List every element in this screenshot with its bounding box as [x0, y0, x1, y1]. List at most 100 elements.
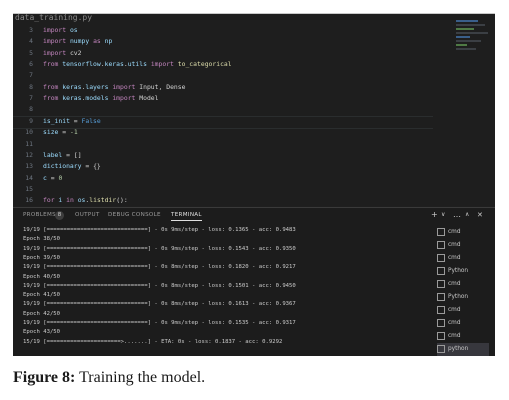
line-number: 6 — [29, 60, 33, 69]
code-text: import numpy as np — [43, 37, 113, 46]
new-terminal-button[interactable]: + — [431, 210, 438, 220]
cmd-icon — [437, 331, 445, 340]
terminal-list-label: Python — [448, 294, 469, 300]
figure-caption: Figure 8: Training the model. — [13, 369, 205, 387]
line-number: 11 — [25, 139, 33, 148]
code-text: label = [] — [43, 150, 82, 159]
code-text: from keras.layers import Input, Dense — [43, 82, 186, 91]
terminal-list-label: Python — [448, 268, 469, 274]
tab-terminal[interactable]: TERMINAL — [171, 212, 202, 221]
terminal-list-item[interactable]: Python — [437, 291, 489, 304]
code-line[interactable]: 9 is_init = False — [13, 116, 101, 127]
line-number: 8 — [29, 105, 33, 114]
training-progress-line: 15/19 [======================>.......] -… — [23, 338, 283, 345]
line-number: 14 — [25, 173, 33, 182]
cmd-icon — [437, 318, 445, 327]
training-progress-line: 19/19 [==============================] -… — [23, 282, 296, 289]
terminal-list-item[interactable]: cmd — [437, 304, 489, 317]
python-icon — [437, 266, 445, 275]
cmd-icon — [437, 279, 445, 288]
terminal-list-label: cmd — [448, 255, 461, 261]
code-text: import os — [43, 26, 78, 34]
line-number: 3 — [29, 26, 33, 34]
code-text: for i in os.listdir(): — [43, 196, 128, 205]
line-number: 7 — [29, 71, 33, 80]
cmd-icon — [437, 305, 445, 314]
tab-debug-console[interactable]: DEBUG CONSOLE — [108, 212, 161, 218]
terminal-list-label: cmd — [448, 229, 461, 235]
code-line[interactable]: 10 size = -1 — [13, 127, 78, 138]
vscode-screenshot: data_training.py 3 import os 4 import numpy… — [13, 13, 495, 356]
terminal-list: cmd cmd cmd Python cmd Python cmd cmd cmd python — [437, 226, 489, 356]
code-line[interactable]: 4 import numpy as np — [13, 36, 112, 47]
code-line[interactable]: 15 — [13, 184, 43, 195]
code-editor[interactable]: data_training.py 3 import os 4 import numpy… — [13, 14, 495, 206]
maximize-panel-icon[interactable]: ∧ — [465, 210, 469, 220]
training-progress-line: 19/19 [==============================] -… — [23, 320, 296, 326]
cmd-icon — [437, 240, 445, 249]
terminal-list-label: python — [448, 346, 469, 352]
terminal-list-item[interactable]: cmd — [437, 239, 489, 252]
cmd-icon — [437, 253, 445, 262]
code-line[interactable]: 14 c = 0 — [13, 173, 62, 184]
line-number: 8 — [29, 82, 33, 91]
cmd-icon — [437, 227, 445, 236]
code-line[interactable]: 6 from tensorflow.keras.utils import to_c… — [13, 59, 232, 70]
line-number: 16 — [25, 196, 33, 205]
line-number: 13 — [25, 162, 33, 171]
terminal-list-label: cmd — [448, 307, 461, 313]
epoch-line: Epoch 40/50 — [23, 273, 61, 280]
chevron-down-icon[interactable]: ∨ — [441, 210, 445, 220]
terminal-list-item[interactable]: python — [437, 343, 489, 356]
code-line[interactable]: 5 import cv2 — [13, 48, 82, 59]
close-panel-icon[interactable]: ✕ — [477, 210, 483, 220]
line-number: 7 — [29, 94, 33, 103]
panel-tabs: PROBLEMS 8 OUTPUT DEBUG CONSOLE TERMINAL… — [13, 208, 495, 224]
epoch-line: Epoch 42/50 — [23, 310, 61, 317]
code-text: import cv2 — [43, 48, 82, 57]
minimap[interactable] — [456, 18, 492, 58]
code-line[interactable]: 11 — [13, 139, 43, 150]
terminal-list-label: cmd — [448, 333, 461, 339]
code-text: size = -1 — [43, 128, 78, 137]
tab-problems[interactable]: PROBLEMS — [23, 212, 56, 218]
code-line[interactable]: 12 label = [] — [13, 150, 82, 161]
terminal-list-label: cmd — [448, 320, 461, 326]
line-number: 5 — [29, 48, 33, 57]
code-text: dictionary = {} — [43, 162, 101, 171]
epoch-line: Epoch 39/50 — [23, 254, 61, 261]
code-line[interactable]: 16 for i in os.listdir(): — [13, 195, 128, 206]
code-text: is_init = False — [43, 116, 101, 125]
code-line[interactable]: 8 from keras.layers import Input, Dense — [13, 82, 185, 93]
terminal-list-item[interactable]: cmd — [437, 317, 489, 330]
terminal-list-item[interactable]: cmd — [437, 278, 489, 291]
python-icon — [437, 344, 445, 353]
terminal-list-label: cmd — [448, 281, 461, 287]
file-tab-title[interactable]: data_training.py — [15, 14, 92, 22]
epoch-line: Epoch 41/50 — [23, 292, 61, 299]
training-progress-line: 19/19 [==============================] -… — [23, 245, 296, 252]
bottom-panel: PROBLEMS 8 OUTPUT DEBUG CONSOLE TERMINAL… — [13, 207, 495, 356]
tab-output[interactable]: OUTPUT — [75, 212, 100, 218]
epoch-line: Epoch 43/50 — [23, 329, 61, 336]
code-text: from keras.models import Model — [43, 94, 159, 103]
line-number: 4 — [29, 37, 33, 46]
terminal-list-item[interactable]: cmd — [437, 252, 489, 265]
terminal-list-item[interactable]: Python — [437, 265, 489, 278]
line-number: 12 — [25, 150, 33, 159]
code-line[interactable]: 7 from keras.models import Model — [13, 93, 159, 104]
code-line[interactable]: 7 — [13, 70, 43, 81]
caption-text: Training the model. — [75, 369, 206, 386]
terminal-list-item[interactable]: cmd — [437, 226, 489, 239]
python-icon — [437, 292, 445, 301]
code-line[interactable]: 3 import os — [13, 25, 78, 36]
terminal-list-item[interactable]: cmd — [437, 330, 489, 343]
code-text: c = 0 — [43, 173, 63, 182]
line-number: 9 — [29, 116, 33, 125]
code-line[interactable]: 8 — [13, 104, 43, 115]
more-actions-icon[interactable]: … — [453, 210, 461, 220]
code-line[interactable]: 13 dictionary = {} — [13, 161, 101, 172]
